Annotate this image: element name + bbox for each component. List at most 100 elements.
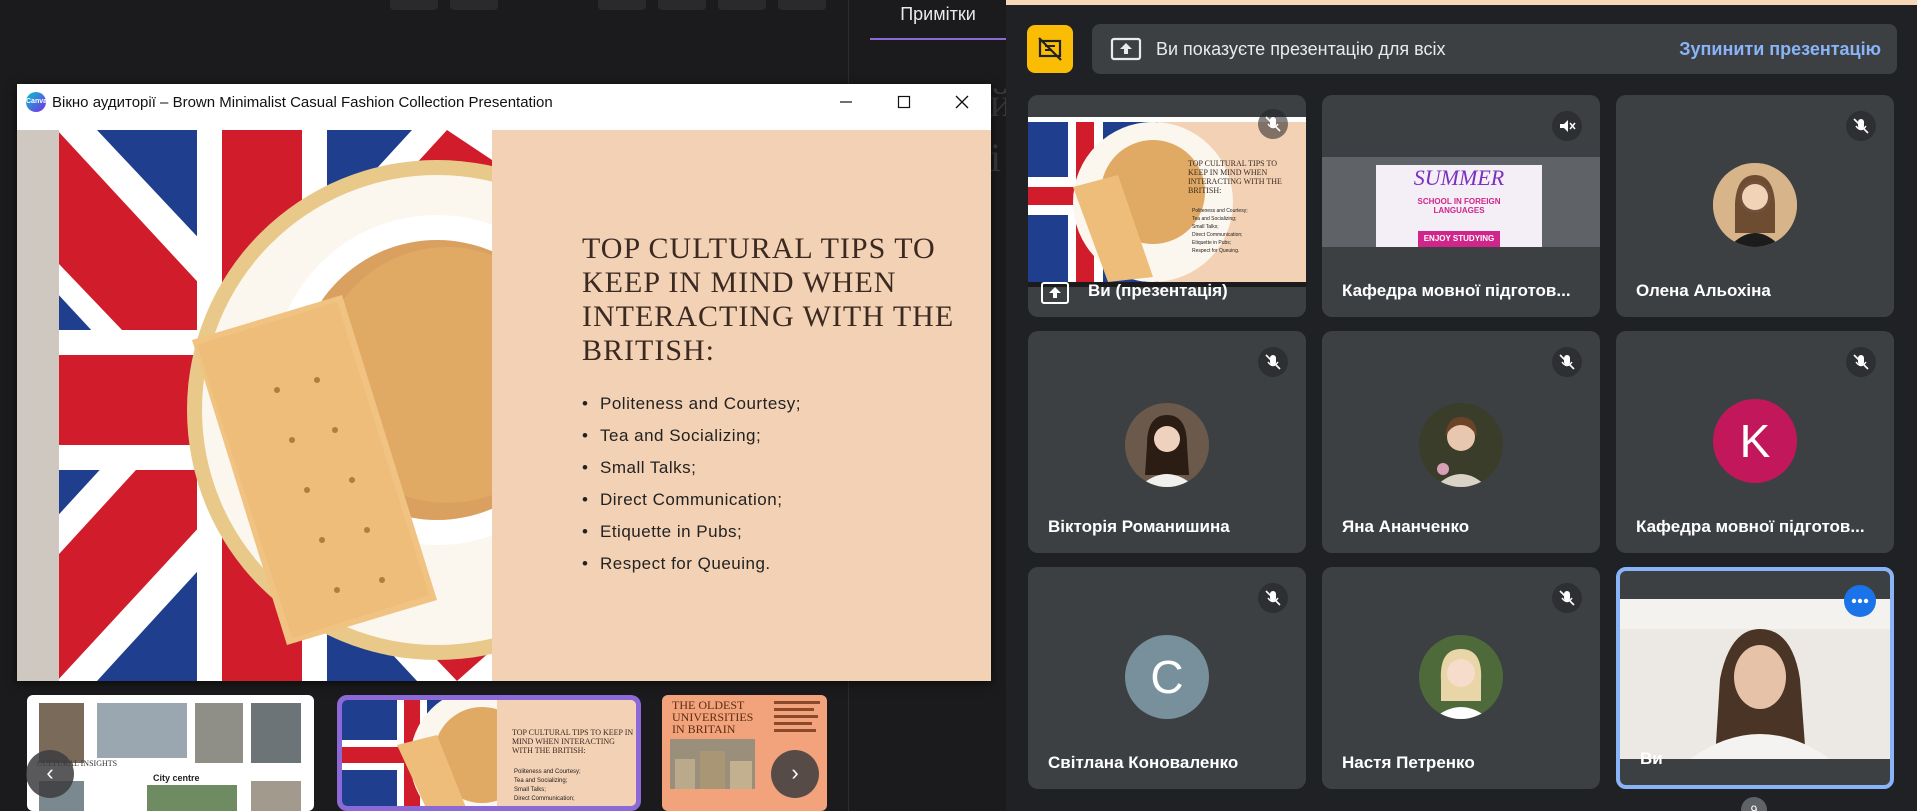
slide-thumbnail-current[interactable]: TOP CULTURAL TIPS TO KEEP IN MIND WHEN I… — [337, 695, 641, 811]
meet-panel: Ви показуєте презентацію для всіх Зупини… — [1006, 0, 1917, 811]
preview-bullet: Politeness and Courtesy; — [1192, 208, 1248, 214]
present-off-icon — [1038, 37, 1062, 61]
thumbnail-bullet: Direct Communication; — [514, 796, 575, 802]
participant-tile[interactable]: С Світлана Коноваленко — [1028, 567, 1306, 789]
poster-button: ENJOY STUDYING — [1418, 231, 1500, 247]
minimize-button[interactable] — [817, 84, 875, 120]
mic-off-icon — [1265, 116, 1281, 132]
avatar: С — [1125, 635, 1209, 719]
mic-off-icon — [1853, 354, 1869, 370]
tea-and-shortbread-photo — [17, 130, 492, 681]
slide-bullet: Tea and Socializing; — [582, 420, 962, 452]
audience-window-titlebar[interactable]: Canva Вікно аудиторії – Brown Minimalist… — [17, 84, 991, 120]
close-icon — [955, 95, 969, 109]
mic-off-icon — [1559, 590, 1575, 606]
slide-bullet: Direct Communication; — [582, 484, 962, 516]
close-button[interactable] — [933, 84, 991, 120]
preview-heading: TOP CULTURAL TIPS TO KEEP IN MIND WHEN I… — [1188, 159, 1282, 195]
participant-name: Кафедра мовної підготов... — [1636, 517, 1865, 536]
presentation-off-button[interactable] — [1027, 25, 1073, 73]
more-horizontal-icon — [1851, 598, 1869, 604]
avatar — [1419, 403, 1503, 487]
participant-tile[interactable]: SUMMER SCHOOL IN FOREIGN LANGUAGES ENJOY… — [1322, 95, 1600, 317]
mic-off-indicator — [1846, 111, 1876, 141]
toolbar-button[interactable] — [598, 0, 646, 10]
tab-notes[interactable]: Примітки — [870, 0, 1006, 40]
present-to-all-icon — [1110, 37, 1142, 61]
stop-presenting-button[interactable]: Зупинити презентацію — [1679, 39, 1881, 60]
thumbnails-prev-button[interactable]: ‹ — [26, 750, 74, 798]
chevron-left-icon: ‹ — [46, 760, 54, 785]
canva-logo-icon: Canva — [26, 92, 47, 112]
slide-bullet: Etiquette in Pubs; — [582, 516, 962, 548]
thumbnails-next-button[interactable]: › — [771, 750, 819, 798]
screen: Примітки й i Canva Вікно аудиторії – Bro… — [0, 0, 1917, 811]
toolbar-button[interactable] — [718, 0, 766, 10]
text-line — [774, 722, 812, 725]
window-title: Вікно аудиторії – Brown Minimalist Casua… — [52, 93, 553, 111]
participant-name: Ви (презентація) — [1088, 281, 1228, 300]
participant-name: Ви — [1640, 749, 1663, 768]
participant-tile[interactable]: Олена Альохіна — [1616, 95, 1894, 317]
poster-subtitle: SCHOOL IN FOREIGN LANGUAGES — [1417, 197, 1501, 215]
participant-name: Настя Петренко — [1342, 753, 1475, 772]
mic-off-indicator — [1552, 111, 1582, 141]
slide-thumbnail[interactable]: CULTURAL INSIGHTS City centre — [27, 695, 314, 811]
slide-bullet: Respect for Queuing. — [582, 548, 962, 580]
more-options-button[interactable] — [1844, 585, 1876, 617]
presentation-preview: TOP CULTURAL TIPS TO KEEP IN MIND WHEN I… — [1028, 117, 1306, 287]
minimize-icon — [840, 101, 852, 103]
presenting-text: Ви показуєте презентацію для всіх — [1156, 38, 1446, 59]
participant-tile[interactable]: K Кафедра мовної підготов... — [1616, 331, 1894, 553]
thumbnail-bullet: Tea and Socializing; — [514, 778, 568, 784]
chevron-right-icon: › — [791, 760, 799, 785]
toolbar-button[interactable] — [778, 0, 826, 10]
mic-off-indicator — [1258, 109, 1288, 139]
participant-tile[interactable]: Вікторія Романишина — [1028, 331, 1306, 553]
toolbar-button[interactable] — [390, 0, 438, 10]
preview-bullet: Small Talks; — [1192, 224, 1219, 230]
thumbnail-heading: THE OLDEST UNIVERSITIES IN BRITAIN — [672, 698, 754, 736]
mic-off-indicator — [1258, 583, 1288, 613]
slide-text-block: TOP CULTURAL TIPS TO KEEP IN MIND WHEN I… — [582, 232, 962, 580]
thumbnail-caption: City centre — [153, 773, 200, 783]
presenting-banner: Ви показуєте презентацію для всіх Зупини… — [1092, 24, 1897, 74]
poster-title: SUMMER — [1413, 165, 1505, 190]
participant-tile[interactable]: Яна Ананченко — [1322, 331, 1600, 553]
thumbnail-bullet: Politeness and Courtesy; — [514, 769, 581, 775]
mic-off-indicator — [1846, 347, 1876, 377]
slide-canvas: TOP CULTURAL TIPS TO KEEP IN MIND WHEN I… — [17, 130, 991, 681]
thumbnail-bullet: Small Talks; — [514, 787, 546, 793]
text-line — [774, 708, 814, 711]
mic-off-icon — [1559, 354, 1575, 370]
self-camera-feed — [1620, 599, 1890, 759]
mic-off-indicator — [1258, 347, 1288, 377]
text-line — [774, 701, 820, 704]
preview-bullet: Respect for Queuing. — [1192, 248, 1240, 254]
mic-off-icon — [1265, 590, 1281, 606]
maximize-button[interactable] — [875, 84, 933, 120]
text-line — [774, 715, 818, 718]
mic-off-indicator — [1552, 347, 1582, 377]
text-line — [774, 729, 816, 732]
participant-tile[interactable]: TOP CULTURAL TIPS TO KEEP IN MIND WHEN I… — [1028, 95, 1306, 317]
participant-tile[interactable]: Настя Петренко — [1322, 567, 1600, 789]
preview-bullet: Tea and Socializing; — [1192, 216, 1237, 222]
mic-off-indicator — [1552, 583, 1582, 613]
participants-count-badge[interactable]: 9 — [1741, 797, 1767, 811]
avatar — [1713, 163, 1797, 247]
self-view-tile[interactable]: Ви — [1616, 567, 1894, 789]
volume-off-icon — [1560, 120, 1576, 132]
meet-top-bar — [1006, 0, 1917, 5]
preview-bullets: Politeness and Courtesy; Tea and Sociali… — [1192, 207, 1248, 255]
slide-bullet-list: Politeness and Courtesy; Tea and Sociali… — [582, 388, 962, 580]
preview-bullet: Direct Communication; — [1192, 232, 1243, 238]
toolbar-button[interactable] — [658, 0, 706, 10]
presenter-toolbar — [0, 0, 1006, 22]
maximize-icon — [897, 95, 911, 109]
toolbar-button[interactable] — [450, 0, 498, 10]
present-to-all-icon — [1041, 282, 1069, 304]
slide-bullet: Politeness and Courtesy; — [582, 388, 962, 420]
participant-name: Кафедра мовної підготов... — [1342, 281, 1571, 300]
preview-bullet: Etiquette in Pubs; — [1192, 240, 1232, 246]
